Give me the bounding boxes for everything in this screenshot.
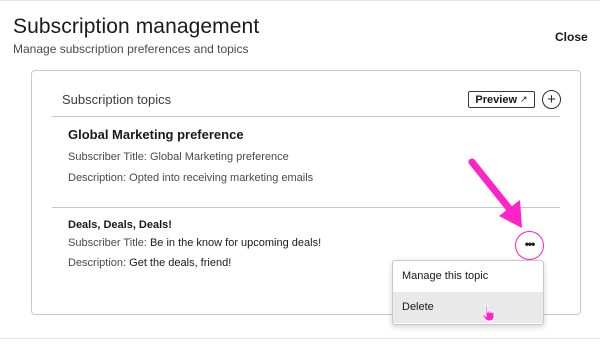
more-horizontal-icon: ••• xyxy=(524,236,536,251)
topic-name: Deals, Deals, Deals! xyxy=(68,219,172,231)
hand-cursor-icon xyxy=(481,304,495,322)
description-label: Description: xyxy=(68,172,127,184)
description-value: Get the deals, friend! xyxy=(129,257,232,269)
more-options-button[interactable]: ••• xyxy=(515,231,544,260)
subscriber-title-label: Subscriber Title: xyxy=(68,151,147,163)
add-topic-button[interactable]: + xyxy=(542,90,561,109)
subscriber-title-value: Global Marketing preference xyxy=(149,151,289,163)
topic-name: Global Marketing preference xyxy=(68,127,244,142)
description-label: Description: xyxy=(68,257,127,269)
topic-item: Global Marketing preference Subscriber T… xyxy=(68,127,538,193)
topic-actions-menu: Manage this topic Delete xyxy=(392,260,544,325)
topic-divider xyxy=(52,207,560,208)
topics-title: Subscription topics xyxy=(62,92,172,107)
subscriber-title-label: Subscriber Title: xyxy=(68,237,147,249)
external-link-icon: ↗ xyxy=(520,94,528,104)
description-value: Opted into receiving marketing emails xyxy=(129,172,314,184)
description-row: Description: Opted into receiving market… xyxy=(68,172,538,184)
topics-header: Subscription topics Preview ↗ + xyxy=(52,79,561,117)
subscriber-title-row: Subscriber Title: Global Marketing prefe… xyxy=(68,151,538,163)
plus-icon: + xyxy=(547,91,556,108)
page-subtitle: Manage subscription preferences and topi… xyxy=(13,42,249,56)
top-divider xyxy=(0,0,600,1)
subscriber-title-value: Be in the know for upcoming deals! xyxy=(149,237,322,249)
subscriber-title-row: Subscriber Title: Be in the know for upc… xyxy=(68,237,538,249)
menu-item-manage-topic[interactable]: Manage this topic xyxy=(393,261,543,292)
page-title: Subscription management xyxy=(13,15,260,38)
bottom-divider xyxy=(0,338,600,339)
menu-item-delete[interactable]: Delete xyxy=(393,292,543,323)
close-button[interactable]: Close xyxy=(555,30,588,44)
preview-button[interactable]: Preview ↗ xyxy=(468,91,535,108)
preview-label: Preview xyxy=(475,93,518,106)
